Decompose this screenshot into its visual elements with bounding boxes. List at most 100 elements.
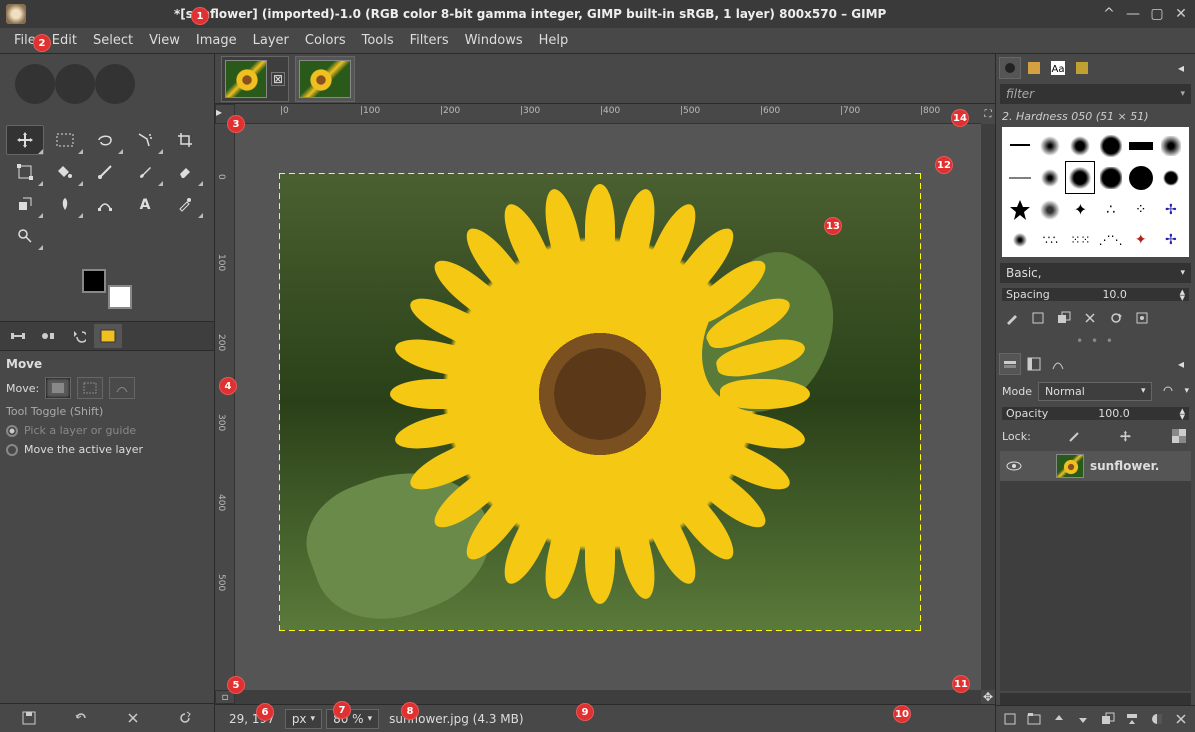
- fg-color[interactable]: [82, 269, 106, 293]
- layers-scrollbar[interactable]: [1000, 693, 1191, 705]
- maximize-button[interactable]: ▢: [1149, 6, 1165, 22]
- lock-position-icon[interactable]: [1116, 426, 1136, 446]
- brush-cell[interactable]: ✢: [1157, 195, 1185, 224]
- brush-grid[interactable]: ✦∴⁘✢∵∴⁙⁙⋰⋱✦✢: [1002, 127, 1189, 257]
- reset-preset-icon[interactable]: [175, 708, 195, 728]
- brush-cell[interactable]: [1036, 195, 1064, 224]
- brush-cell[interactable]: ⁘: [1127, 195, 1155, 224]
- crop-tool[interactable]: [166, 125, 204, 155]
- save-preset-icon[interactable]: [19, 708, 39, 728]
- tab-history[interactable]: [1071, 57, 1093, 79]
- brush-cell[interactable]: ⁙⁙: [1066, 226, 1094, 253]
- window-up-icon[interactable]: ^: [1101, 6, 1117, 22]
- canvas-viewport[interactable]: [235, 124, 981, 690]
- radio-move-active[interactable]: [6, 444, 18, 456]
- tab-undo-history[interactable]: [64, 324, 92, 348]
- image-tab-2[interactable]: [295, 56, 355, 102]
- restore-preset-icon[interactable]: [71, 708, 91, 728]
- open-as-image-icon[interactable]: [1132, 308, 1152, 328]
- free-select-tool[interactable]: [86, 125, 124, 155]
- menu-layer[interactable]: Layer: [245, 29, 297, 52]
- brush-cell[interactable]: ∴: [1096, 195, 1124, 224]
- gradient-tool[interactable]: [86, 157, 124, 187]
- new-brush-icon[interactable]: [1028, 308, 1048, 328]
- brush-cell[interactable]: [1066, 162, 1094, 193]
- zoom-fit-icon[interactable]: ⛶: [981, 104, 995, 124]
- blend-mode-dropdown[interactable]: Normal▾: [1038, 382, 1152, 401]
- layer-name[interactable]: sunflower.: [1090, 459, 1159, 473]
- dock-menu-icon[interactable]: ◂: [1170, 57, 1192, 79]
- layer-row[interactable]: sunflower.: [1000, 451, 1191, 481]
- brush-cell[interactable]: ∵∴: [1036, 226, 1064, 253]
- radio-pick-layer[interactable]: [6, 425, 18, 437]
- scrollbar-vertical[interactable]: [981, 124, 995, 690]
- close-button[interactable]: ✕: [1173, 6, 1189, 22]
- brush-filter-dropdown[interactable]: filter▾: [1000, 84, 1191, 104]
- unit-dropdown[interactable]: px▾: [285, 709, 322, 729]
- canvas[interactable]: [280, 174, 920, 630]
- duplicate-brush-icon[interactable]: [1054, 308, 1074, 328]
- zoom-tool[interactable]: [6, 221, 44, 251]
- menu-help[interactable]: Help: [531, 29, 577, 52]
- tab-layers[interactable]: [999, 353, 1021, 375]
- spacing-spinner[interactable]: Spacing 10.0 ▲▼: [1002, 288, 1189, 301]
- brush-cell[interactable]: [1096, 162, 1124, 193]
- layer-list[interactable]: sunflower.: [1000, 451, 1191, 691]
- text-tool[interactable]: A: [126, 189, 164, 219]
- minimize-button[interactable]: —: [1125, 6, 1141, 22]
- menu-select[interactable]: Select: [85, 29, 141, 52]
- edit-brush-icon[interactable]: [1002, 308, 1022, 328]
- brush-cell[interactable]: [1157, 162, 1185, 193]
- tab-brushes[interactable]: [999, 57, 1021, 79]
- tab-channels[interactable]: [1023, 353, 1045, 375]
- brush-cell[interactable]: [1157, 131, 1185, 160]
- image-tab-1[interactable]: ⊠: [221, 56, 289, 102]
- clone-tool[interactable]: [6, 189, 44, 219]
- layer-down-icon[interactable]: [1073, 709, 1093, 729]
- layer-up-icon[interactable]: [1049, 709, 1069, 729]
- smudge-tool[interactable]: [46, 189, 84, 219]
- brush-cell[interactable]: ⋰⋱: [1096, 226, 1124, 253]
- tab-device-status[interactable]: [34, 324, 62, 348]
- bg-color[interactable]: [108, 285, 132, 309]
- mode-chev-icon[interactable]: ▾: [1184, 386, 1189, 396]
- brush-cell[interactable]: ✢: [1157, 226, 1185, 253]
- tab-fonts[interactable]: Aa: [1047, 57, 1069, 79]
- path-tool[interactable]: [86, 189, 124, 219]
- close-image-tab-1[interactable]: ⊠: [271, 72, 285, 86]
- tab-tool-options[interactable]: [4, 324, 32, 348]
- brush-preset-dropdown[interactable]: Basic,▾: [1000, 263, 1191, 283]
- color-picker-tool[interactable]: [166, 189, 204, 219]
- new-layer-icon[interactable]: [1000, 709, 1020, 729]
- move-mode-layer[interactable]: [45, 377, 71, 399]
- brush-cell[interactable]: [1127, 162, 1155, 193]
- brush-cell[interactable]: [1006, 195, 1034, 224]
- ruler-horizontal[interactable]: |0|100|200|300|400|500|600|700|800|900: [235, 104, 981, 124]
- menu-view[interactable]: View: [141, 29, 188, 52]
- visibility-eye-icon[interactable]: [1004, 456, 1024, 476]
- opacity-spinner[interactable]: Opacity 100.0 ▲▼: [1002, 407, 1189, 420]
- brush-cell[interactable]: ✦: [1066, 195, 1094, 224]
- eraser-tool[interactable]: [166, 157, 204, 187]
- menu-image[interactable]: Image: [188, 29, 245, 52]
- dock-separator[interactable]: • • •: [996, 332, 1195, 350]
- move-mode-selection[interactable]: [77, 377, 103, 399]
- rect-select-tool[interactable]: [46, 125, 84, 155]
- brush-cell[interactable]: [1036, 162, 1064, 193]
- lock-alpha-icon[interactable]: [1169, 426, 1189, 446]
- bucket-fill-tool[interactable]: [46, 157, 84, 187]
- brush-cell[interactable]: [1006, 131, 1034, 160]
- transform-tool[interactable]: [6, 157, 44, 187]
- brush-cell[interactable]: [1006, 226, 1034, 253]
- brush-cell[interactable]: ✦: [1127, 226, 1155, 253]
- delete-brush-icon[interactable]: [1080, 308, 1100, 328]
- refresh-brushes-icon[interactable]: [1106, 308, 1126, 328]
- lock-pixels-icon[interactable]: [1064, 426, 1084, 446]
- brush-cell[interactable]: [1096, 131, 1124, 160]
- delete-preset-icon[interactable]: [123, 708, 143, 728]
- mask-layer-icon[interactable]: [1147, 709, 1167, 729]
- move-tool[interactable]: [6, 125, 44, 155]
- fuzzy-select-tool[interactable]: [126, 125, 164, 155]
- menu-windows[interactable]: Windows: [457, 29, 531, 52]
- brush-cell[interactable]: [1006, 162, 1034, 193]
